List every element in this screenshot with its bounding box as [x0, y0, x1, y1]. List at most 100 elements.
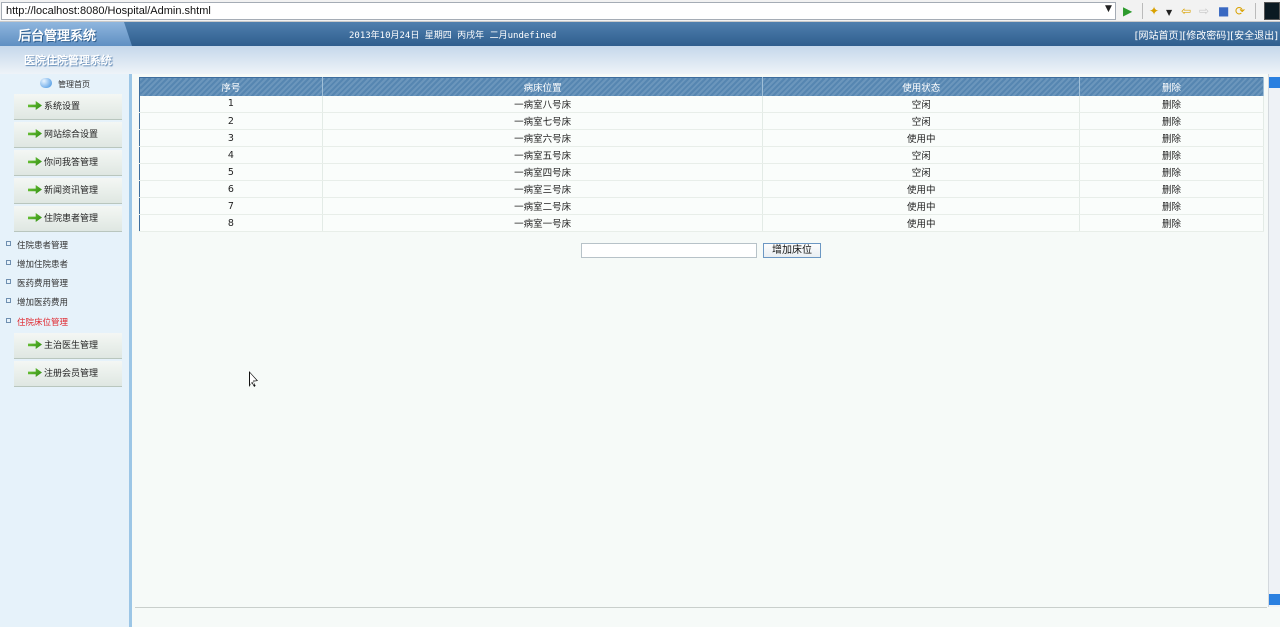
table-row: 6 一病室三号床 使用中 删除: [139, 180, 1264, 198]
table-row: 2 一病室七号床 空闲 删除: [139, 112, 1264, 130]
table-row: 4 一病室五号床 空闲 删除: [139, 146, 1264, 164]
delete-link[interactable]: 删除: [1079, 197, 1264, 215]
menu-site-settings[interactable]: 网站综合设置: [14, 122, 122, 148]
logo-text: 后台管理系统: [18, 29, 97, 44]
sub-banner: [0, 46, 1280, 74]
site-home-link[interactable]: [网站首页]: [1135, 31, 1183, 42]
submenu-inpatient-manage[interactable]: 住院患者管理: [5, 239, 68, 251]
arrow-icon: [28, 157, 42, 166]
bed-status: 使用中: [762, 180, 1081, 198]
toolbar-divider: [1142, 3, 1143, 19]
stop-icon[interactable]: ■: [1218, 3, 1229, 19]
top-banner: [0, 22, 1280, 46]
bed-location: 一病室六号床: [322, 129, 764, 147]
sidebar-home-label: 管理首页: [58, 80, 90, 89]
row-index: 1: [139, 95, 323, 113]
scroll-up-icon[interactable]: [1269, 77, 1280, 88]
row-index: 4: [139, 146, 323, 164]
bed-table: 序号 病床位置 使用状态 删除 1 一病室八号床 空闲 删除 2 一病室七号床 …: [139, 77, 1264, 232]
row-index: 6: [139, 180, 323, 198]
bed-location: 一病室五号床: [322, 146, 764, 164]
bed-location: 一病室八号床: [322, 95, 764, 113]
menu-inpatient[interactable]: 住院患者管理: [14, 206, 122, 232]
star-icon[interactable]: ✦: [1149, 3, 1159, 19]
bed-status: 使用中: [762, 214, 1081, 232]
bed-status: 空闲: [762, 146, 1081, 164]
menu-label: 系统设置: [44, 102, 81, 112]
row-index: 5: [139, 163, 323, 181]
col-header-index: 序号: [139, 77, 323, 96]
arrow-icon: [28, 213, 42, 222]
delete-link[interactable]: 删除: [1079, 95, 1264, 113]
row-index: 3: [139, 129, 323, 147]
change-password-link[interactable]: [修改密码]: [1182, 31, 1230, 42]
menu-label: 注册会员管理: [44, 369, 99, 379]
bed-location: 一病室二号床: [322, 197, 764, 215]
date-display: 2013年10月24日 星期四 丙戌年 二月undefined: [349, 31, 557, 41]
arrow-icon: [28, 129, 42, 138]
top-links: [网站首页][修改密码][安全退出]: [1135, 27, 1278, 42]
bed-location: 一病室四号床: [322, 163, 764, 181]
submenu-add-inpatient[interactable]: 增加住院患者: [5, 258, 68, 270]
menu-news[interactable]: 新闻资讯管理: [14, 178, 122, 204]
bed-location: 一病室七号床: [322, 112, 764, 130]
bed-name-input[interactable]: [581, 243, 757, 258]
menu-label: 主治医生管理: [44, 341, 99, 351]
logo: 后台管理系统: [0, 22, 132, 46]
system-title: 医院住院管理系统: [24, 54, 112, 67]
delete-link[interactable]: 删除: [1079, 146, 1264, 164]
browser-toolbar: http://localhost:8080/Hospital/Admin.sht…: [0, 0, 1280, 22]
arrow-icon: [28, 185, 42, 194]
footer-divider: [135, 607, 1267, 608]
delete-link[interactable]: 删除: [1079, 129, 1264, 147]
menu-label: 你问我答管理: [44, 158, 99, 168]
scroll-down-icon[interactable]: [1269, 594, 1280, 605]
table-row: 7 一病室二号床 使用中 删除: [139, 197, 1264, 215]
delete-link[interactable]: 删除: [1079, 180, 1264, 198]
mouse-cursor-icon: [249, 371, 258, 387]
delete-link[interactable]: 删除: [1079, 163, 1264, 181]
col-header-delete: 删除: [1079, 77, 1264, 96]
submenu-bed-manage[interactable]: 住院床位管理: [5, 316, 68, 328]
delete-link[interactable]: 删除: [1079, 214, 1264, 232]
submenu-medical-fees[interactable]: 医药费用管理: [5, 277, 68, 289]
sidebar-home[interactable]: 管理首页: [40, 78, 90, 90]
back-arrow-icon[interactable]: ⇦: [1181, 3, 1191, 19]
console-icon[interactable]: [1264, 2, 1280, 20]
table-row: 5 一病室四号床 空闲 删除: [139, 163, 1264, 181]
bed-status: 使用中: [762, 129, 1081, 147]
table-row: 1 一病室八号床 空闲 删除: [139, 95, 1264, 113]
bed-status: 使用中: [762, 197, 1081, 215]
submenu-add-medical-fee[interactable]: 增加医药费用: [5, 296, 68, 308]
menu-label: 住院患者管理: [44, 214, 99, 224]
toolbar-divider: [1255, 3, 1256, 19]
globe-icon: [40, 78, 52, 88]
forward-arrow-icon[interactable]: ⇨: [1199, 3, 1209, 19]
delete-link[interactable]: 删除: [1079, 112, 1264, 130]
table-header-row: 序号 病床位置 使用状态 删除: [139, 77, 1264, 96]
col-header-status: 使用状态: [762, 77, 1081, 96]
menu-label: 新闻资讯管理: [44, 186, 99, 196]
bed-location: 一病室一号床: [322, 214, 764, 232]
bed-status: 空闲: [762, 95, 1081, 113]
chevron-down-icon[interactable]: ▼: [1166, 5, 1172, 21]
row-index: 2: [139, 112, 323, 130]
vertical-scrollbar[interactable]: [1268, 74, 1280, 607]
menu-label: 网站综合设置: [44, 130, 99, 140]
table-row: 8 一病室一号床 使用中 删除: [139, 214, 1264, 232]
arrow-icon: [28, 368, 42, 377]
bed-status: 空闲: [762, 112, 1081, 130]
menu-doctors[interactable]: 主治医生管理: [14, 333, 122, 359]
arrow-icon: [28, 101, 42, 110]
address-bar[interactable]: http://localhost:8080/Hospital/Admin.sht…: [1, 2, 1116, 20]
go-icon[interactable]: ▶: [1123, 3, 1132, 19]
menu-qa[interactable]: 你问我答管理: [14, 150, 122, 176]
refresh-icon[interactable]: ⟳: [1235, 3, 1245, 19]
menu-system-settings[interactable]: 系统设置: [14, 94, 122, 120]
menu-members[interactable]: 注册会员管理: [14, 361, 122, 387]
logout-link[interactable]: [安全退出]: [1230, 31, 1278, 42]
row-index: 8: [139, 214, 323, 232]
add-bed-button[interactable]: 增加床位: [763, 243, 821, 258]
chevron-down-icon[interactable]: ▼: [1105, 4, 1112, 14]
bed-location: 一病室三号床: [322, 180, 764, 198]
